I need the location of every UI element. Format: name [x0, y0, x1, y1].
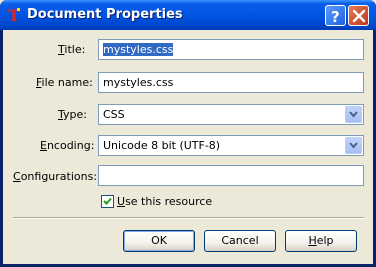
type-select[interactable]: CSS: [98, 104, 364, 125]
use-resource-label[interactable]: Use this resource: [117, 195, 212, 208]
chevron-down-icon: [349, 142, 358, 149]
file-name-input-value: mystyles.css: [103, 76, 174, 89]
configurations-label: Configurations:: [13, 170, 98, 183]
app-icon: T: [6, 6, 24, 25]
title-bar[interactable]: T Document Properties ?: [0, 0, 376, 30]
help-button[interactable]: Help: [285, 230, 357, 252]
cancel-button[interactable]: Cancel: [204, 230, 276, 252]
encoding-select[interactable]: Unicode 8 bit (UTF-8): [98, 135, 364, 156]
window-title: Document Properties: [27, 7, 183, 22]
type-select-value: CSS: [103, 108, 125, 121]
configurations-input[interactable]: [98, 165, 364, 186]
title-input[interactable]: mystyles.css: [98, 39, 364, 60]
document-properties-dialog: T Document Properties ? Title: mystyles.…: [0, 0, 376, 267]
type-label: Type:: [58, 108, 87, 121]
encoding-select-value: Unicode 8 bit (UTF-8): [103, 139, 221, 152]
svg-text:?: ?: [331, 8, 340, 26]
close-icon: [352, 9, 366, 23]
encoding-dropdown-button[interactable]: [345, 137, 362, 154]
dialog-client-area: Title: mystyles.css File name: mystyles.…: [3, 30, 373, 264]
type-dropdown-button[interactable]: [345, 106, 362, 123]
file-name-label: File name:: [36, 76, 93, 89]
title-help-button[interactable]: ?: [325, 5, 346, 26]
close-button[interactable]: [348, 5, 369, 26]
use-resource-checkbox[interactable]: [101, 195, 114, 208]
ok-button[interactable]: OK: [123, 230, 195, 252]
checkmark-icon: [103, 197, 112, 205]
title-input-value: mystyles.css: [103, 43, 174, 56]
title-label: Title:: [58, 43, 86, 56]
separator: [13, 217, 364, 219]
question-mark-icon: ?: [331, 8, 340, 26]
chevron-down-icon: [349, 111, 358, 118]
file-name-input[interactable]: mystyles.css: [98, 72, 364, 93]
encoding-label: Encoding:: [40, 139, 95, 152]
